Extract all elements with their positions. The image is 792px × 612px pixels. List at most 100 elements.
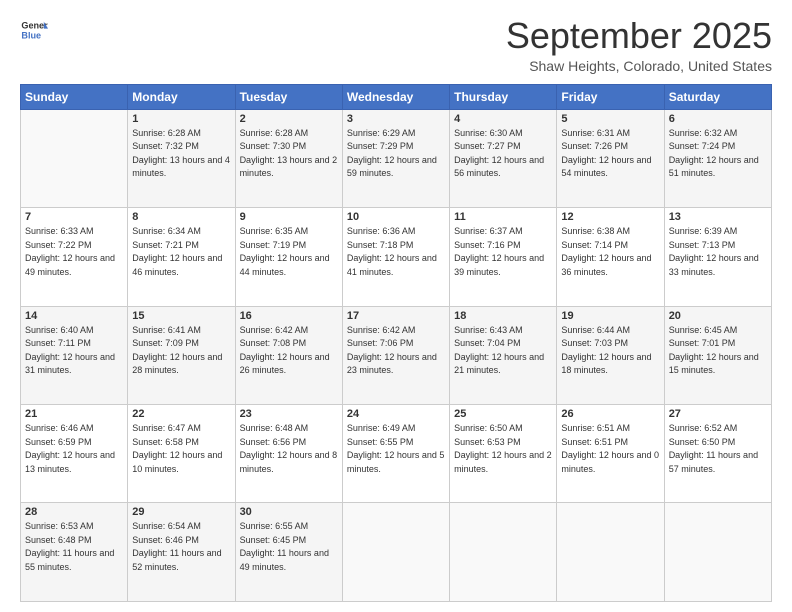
day-info: Sunrise: 6:31 AMSunset: 7:26 PMDaylight:… <box>561 128 651 179</box>
day-info: Sunrise: 6:46 AMSunset: 6:59 PMDaylight:… <box>25 423 115 474</box>
day-info: Sunrise: 6:33 AMSunset: 7:22 PMDaylight:… <box>25 226 115 277</box>
day-info: Sunrise: 6:52 AMSunset: 6:50 PMDaylight:… <box>669 423 758 474</box>
day-info: Sunrise: 6:32 AMSunset: 7:24 PMDaylight:… <box>669 128 759 179</box>
day-number: 20 <box>669 310 767 322</box>
calendar-cell: 26 Sunrise: 6:51 AMSunset: 6:51 PMDaylig… <box>557 405 664 503</box>
day-number: 14 <box>25 310 123 322</box>
calendar-cell: 8 Sunrise: 6:34 AMSunset: 7:21 PMDayligh… <box>128 208 235 306</box>
day-info: Sunrise: 6:41 AMSunset: 7:09 PMDaylight:… <box>132 325 222 376</box>
day-info: Sunrise: 6:44 AMSunset: 7:03 PMDaylight:… <box>561 325 651 376</box>
calendar-cell: 11 Sunrise: 6:37 AMSunset: 7:16 PMDaylig… <box>450 208 557 306</box>
day-number: 26 <box>561 408 659 420</box>
day-number: 3 <box>347 113 445 125</box>
weekday-header-tuesday: Tuesday <box>235 84 342 109</box>
day-info: Sunrise: 6:35 AMSunset: 7:19 PMDaylight:… <box>240 226 330 277</box>
day-info: Sunrise: 6:51 AMSunset: 6:51 PMDaylight:… <box>561 423 659 474</box>
calendar-cell: 25 Sunrise: 6:50 AMSunset: 6:53 PMDaylig… <box>450 405 557 503</box>
weekday-header-friday: Friday <box>557 84 664 109</box>
day-number: 2 <box>240 113 338 125</box>
calendar-cell: 22 Sunrise: 6:47 AMSunset: 6:58 PMDaylig… <box>128 405 235 503</box>
day-number: 6 <box>669 113 767 125</box>
day-number: 17 <box>347 310 445 322</box>
weekday-header-sunday: Sunday <box>21 84 128 109</box>
calendar-cell <box>664 503 771 602</box>
calendar-cell: 4 Sunrise: 6:30 AMSunset: 7:27 PMDayligh… <box>450 109 557 207</box>
calendar-week-row: 1 Sunrise: 6:28 AMSunset: 7:32 PMDayligh… <box>21 109 772 207</box>
day-info: Sunrise: 6:47 AMSunset: 6:58 PMDaylight:… <box>132 423 222 474</box>
day-number: 4 <box>454 113 552 125</box>
day-number: 16 <box>240 310 338 322</box>
day-info: Sunrise: 6:42 AMSunset: 7:06 PMDaylight:… <box>347 325 437 376</box>
calendar-cell: 13 Sunrise: 6:39 AMSunset: 7:13 PMDaylig… <box>664 208 771 306</box>
calendar-cell <box>21 109 128 207</box>
calendar-cell: 5 Sunrise: 6:31 AMSunset: 7:26 PMDayligh… <box>557 109 664 207</box>
day-number: 5 <box>561 113 659 125</box>
calendar-cell: 15 Sunrise: 6:41 AMSunset: 7:09 PMDaylig… <box>128 306 235 404</box>
calendar-cell: 18 Sunrise: 6:43 AMSunset: 7:04 PMDaylig… <box>450 306 557 404</box>
calendar-cell: 20 Sunrise: 6:45 AMSunset: 7:01 PMDaylig… <box>664 306 771 404</box>
day-number: 22 <box>132 408 230 420</box>
day-info: Sunrise: 6:45 AMSunset: 7:01 PMDaylight:… <box>669 325 759 376</box>
day-number: 8 <box>132 211 230 223</box>
day-info: Sunrise: 6:29 AMSunset: 7:29 PMDaylight:… <box>347 128 437 179</box>
day-info: Sunrise: 6:42 AMSunset: 7:08 PMDaylight:… <box>240 325 330 376</box>
day-number: 7 <box>25 211 123 223</box>
calendar-cell: 23 Sunrise: 6:48 AMSunset: 6:56 PMDaylig… <box>235 405 342 503</box>
day-info: Sunrise: 6:38 AMSunset: 7:14 PMDaylight:… <box>561 226 651 277</box>
calendar-cell: 6 Sunrise: 6:32 AMSunset: 7:24 PMDayligh… <box>664 109 771 207</box>
day-number: 11 <box>454 211 552 223</box>
weekday-header-row: SundayMondayTuesdayWednesdayThursdayFrid… <box>21 84 772 109</box>
day-info: Sunrise: 6:53 AMSunset: 6:48 PMDaylight:… <box>25 521 114 572</box>
calendar-cell: 3 Sunrise: 6:29 AMSunset: 7:29 PMDayligh… <box>342 109 449 207</box>
calendar-cell: 1 Sunrise: 6:28 AMSunset: 7:32 PMDayligh… <box>128 109 235 207</box>
day-info: Sunrise: 6:49 AMSunset: 6:55 PMDaylight:… <box>347 423 445 474</box>
day-info: Sunrise: 6:43 AMSunset: 7:04 PMDaylight:… <box>454 325 544 376</box>
calendar-cell: 16 Sunrise: 6:42 AMSunset: 7:08 PMDaylig… <box>235 306 342 404</box>
day-number: 21 <box>25 408 123 420</box>
calendar-cell: 7 Sunrise: 6:33 AMSunset: 7:22 PMDayligh… <box>21 208 128 306</box>
day-info: Sunrise: 6:40 AMSunset: 7:11 PMDaylight:… <box>25 325 115 376</box>
day-number: 27 <box>669 408 767 420</box>
calendar-cell <box>557 503 664 602</box>
day-info: Sunrise: 6:55 AMSunset: 6:45 PMDaylight:… <box>240 521 329 572</box>
title-area: September 2025 Shaw Heights, Colorado, U… <box>506 16 772 74</box>
day-number: 29 <box>132 506 230 518</box>
day-info: Sunrise: 6:36 AMSunset: 7:18 PMDaylight:… <box>347 226 437 277</box>
calendar-week-row: 21 Sunrise: 6:46 AMSunset: 6:59 PMDaylig… <box>21 405 772 503</box>
calendar-week-row: 14 Sunrise: 6:40 AMSunset: 7:11 PMDaylig… <box>21 306 772 404</box>
calendar-cell: 10 Sunrise: 6:36 AMSunset: 7:18 PMDaylig… <box>342 208 449 306</box>
day-number: 10 <box>347 211 445 223</box>
day-info: Sunrise: 6:50 AMSunset: 6:53 PMDaylight:… <box>454 423 552 474</box>
day-info: Sunrise: 6:54 AMSunset: 6:46 PMDaylight:… <box>132 521 221 572</box>
calendar-cell: 17 Sunrise: 6:42 AMSunset: 7:06 PMDaylig… <box>342 306 449 404</box>
day-number: 1 <box>132 113 230 125</box>
day-info: Sunrise: 6:30 AMSunset: 7:27 PMDaylight:… <box>454 128 544 179</box>
day-number: 25 <box>454 408 552 420</box>
day-info: Sunrise: 6:28 AMSunset: 7:30 PMDaylight:… <box>240 128 338 179</box>
calendar-cell: 21 Sunrise: 6:46 AMSunset: 6:59 PMDaylig… <box>21 405 128 503</box>
day-number: 9 <box>240 211 338 223</box>
page: General Blue September 2025 Shaw Heights… <box>0 0 792 612</box>
calendar-cell: 9 Sunrise: 6:35 AMSunset: 7:19 PMDayligh… <box>235 208 342 306</box>
calendar-cell: 19 Sunrise: 6:44 AMSunset: 7:03 PMDaylig… <box>557 306 664 404</box>
day-info: Sunrise: 6:28 AMSunset: 7:32 PMDaylight:… <box>132 128 230 179</box>
day-number: 18 <box>454 310 552 322</box>
location-subtitle: Shaw Heights, Colorado, United States <box>506 58 772 74</box>
calendar-cell: 28 Sunrise: 6:53 AMSunset: 6:48 PMDaylig… <box>21 503 128 602</box>
weekday-header-monday: Monday <box>128 84 235 109</box>
weekday-header-saturday: Saturday <box>664 84 771 109</box>
day-info: Sunrise: 6:39 AMSunset: 7:13 PMDaylight:… <box>669 226 759 277</box>
calendar-week-row: 28 Sunrise: 6:53 AMSunset: 6:48 PMDaylig… <box>21 503 772 602</box>
day-number: 12 <box>561 211 659 223</box>
day-number: 28 <box>25 506 123 518</box>
calendar-cell: 29 Sunrise: 6:54 AMSunset: 6:46 PMDaylig… <box>128 503 235 602</box>
day-info: Sunrise: 6:37 AMSunset: 7:16 PMDaylight:… <box>454 226 544 277</box>
day-info: Sunrise: 6:34 AMSunset: 7:21 PMDaylight:… <box>132 226 222 277</box>
calendar-cell: 24 Sunrise: 6:49 AMSunset: 6:55 PMDaylig… <box>342 405 449 503</box>
weekday-header-thursday: Thursday <box>450 84 557 109</box>
svg-text:Blue: Blue <box>21 30 41 40</box>
calendar-cell: 12 Sunrise: 6:38 AMSunset: 7:14 PMDaylig… <box>557 208 664 306</box>
header: General Blue September 2025 Shaw Heights… <box>20 16 772 74</box>
calendar-cell <box>450 503 557 602</box>
calendar-cell: 14 Sunrise: 6:40 AMSunset: 7:11 PMDaylig… <box>21 306 128 404</box>
